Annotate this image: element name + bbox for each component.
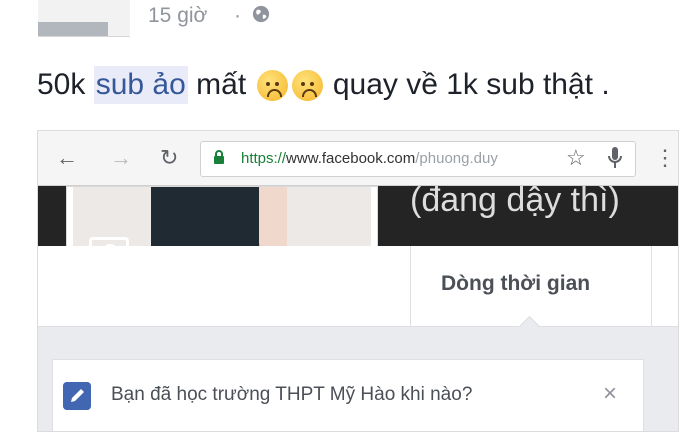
- disappointed-face-icon: [291, 69, 323, 101]
- tab-timeline-label: Dòng thời gian: [441, 272, 591, 295]
- back-icon[interactable]: ←: [56, 145, 78, 171]
- forward-icon[interactable]: →: [110, 145, 132, 171]
- question-text[interactable]: Bạn đã học trường THPT Mỹ Hào khi nào?: [111, 384, 472, 406]
- author-avatar[interactable]: [38, 0, 130, 37]
- pencil-icon: [63, 382, 91, 410]
- url-scheme: https://: [241, 150, 287, 167]
- globe-icon[interactable]: [252, 5, 270, 23]
- post-text-part1: 50k: [37, 68, 86, 101]
- post-text-part3: quay về 1k sub thật .: [332, 68, 610, 101]
- url-path: /phuong.duy: [415, 150, 498, 167]
- tab-timeline[interactable]: Dòng thời gian: [410, 246, 652, 326]
- url-text: https://www.facebook.com/phuong.duy: [241, 150, 498, 167]
- disappointed-face-icon: [256, 69, 288, 101]
- post-timestamp[interactable]: 15 giờ: [148, 4, 207, 28]
- lock-icon: [214, 150, 224, 164]
- profile-nav: Dòng thời gian: [38, 246, 678, 327]
- microphone-icon[interactable]: [608, 147, 622, 169]
- url-host: www.facebook.com: [286, 150, 416, 167]
- attached-screenshot[interactable]: ← → ↻ https://www.facebook.com/phuong.du…: [37, 130, 679, 432]
- post-text: 50k sub ảo mất quay về 1k sub thật .: [37, 66, 610, 104]
- browser-menu-icon[interactable]: ⋮: [654, 145, 676, 171]
- bookmark-star-icon[interactable]: ☆: [566, 145, 586, 171]
- profile-name[interactable]: (đang dậy thì): [410, 181, 620, 220]
- separator-dot: ·: [234, 4, 241, 27]
- profile-question-card: Bạn đã học trường THPT Mỹ Hào khi nào? ×: [52, 359, 644, 431]
- close-icon[interactable]: ×: [603, 380, 617, 408]
- hashtag-link[interactable]: sub ảo: [93, 66, 188, 104]
- post-text-part2: mất: [196, 68, 247, 101]
- browser-toolbar: ← → ↻ https://www.facebook.com/phuong.du…: [38, 131, 678, 186]
- reload-icon[interactable]: ↻: [160, 145, 178, 171]
